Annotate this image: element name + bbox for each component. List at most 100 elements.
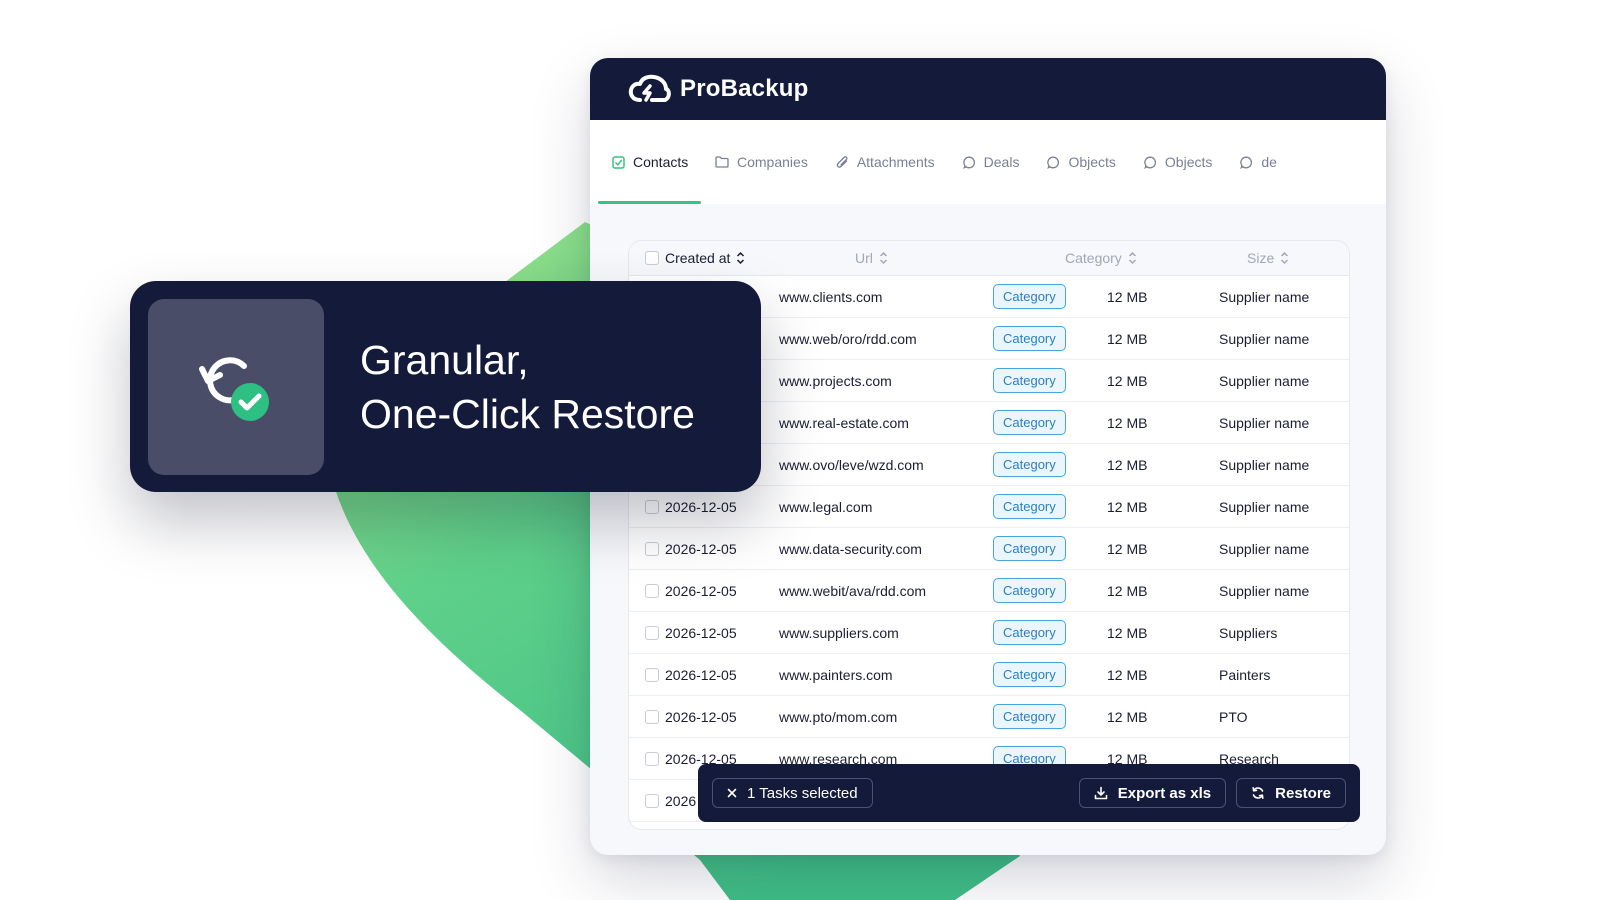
- cell-url: www.legal.com: [779, 498, 873, 515]
- cell-size: 12 MB: [1107, 456, 1148, 473]
- restore-button[interactable]: Restore: [1236, 778, 1346, 808]
- cell-date: 2026-12-05: [665, 624, 737, 641]
- tab-contacts[interactable]: Contacts: [598, 120, 701, 204]
- tab-objects-2[interactable]: Objects: [1130, 120, 1226, 204]
- tab-de[interactable]: de: [1226, 120, 1291, 204]
- cell-size: 12 MB: [1107, 624, 1148, 641]
- tab-label: Attachments: [856, 154, 935, 170]
- cell-url: www.projects.com: [779, 372, 892, 389]
- column-label: Url: [855, 250, 873, 266]
- cell-size: 12 MB: [1107, 540, 1148, 557]
- export-xls-button[interactable]: Export as xls: [1078, 778, 1227, 808]
- cell-category: Category: [993, 326, 1107, 351]
- category-badge: Category: [993, 284, 1066, 309]
- category-badge: Category: [993, 578, 1066, 603]
- row-checkbox[interactable]: [645, 793, 659, 808]
- table-row[interactable]: 2026-12-05 www.suppliers.com Category 12…: [629, 612, 1349, 654]
- table-row[interactable]: 2026-12-05 www.legal.com Category 12 MB …: [629, 486, 1349, 528]
- table-row[interactable]: 2026-12-05 www.webit/ava/rdd.com Categor…: [629, 570, 1349, 612]
- sort-icon: [737, 251, 745, 265]
- brand-logo[interactable]: ProBackup: [628, 74, 809, 104]
- cell-date: 2026-12-05: [665, 666, 737, 683]
- row-checkbox[interactable]: [645, 751, 659, 766]
- select-all-checkbox[interactable]: [645, 251, 659, 265]
- cell-url: www.webit/ava/rdd.com: [779, 582, 927, 599]
- table-row[interactable]: 2026-12-05 www.painters.com Category 12 …: [629, 654, 1349, 696]
- tab-attachments[interactable]: Attachments: [822, 120, 949, 204]
- cell-url: www.painters.com: [779, 666, 893, 683]
- category-badge: Category: [993, 620, 1066, 645]
- category-badge: Category: [993, 704, 1066, 729]
- restore-check-icon: [199, 356, 269, 421]
- column-url[interactable]: Url: [855, 250, 1065, 266]
- app-header: ProBackup: [590, 58, 1386, 120]
- category-badge: Category: [993, 326, 1066, 351]
- download-icon: [1094, 786, 1108, 800]
- table-row[interactable]: 2026-12-05 www.pto/mom.com Category 12 M…: [629, 696, 1349, 738]
- row-check-cell: [629, 541, 665, 556]
- column-created-at[interactable]: Created at: [665, 250, 855, 266]
- row-checkbox[interactable]: [645, 499, 659, 514]
- column-label: Size: [1247, 250, 1275, 266]
- tab-label: Contacts: [633, 154, 689, 170]
- cell-size: 12 MB: [1107, 666, 1148, 683]
- cell-size: 12 MB: [1107, 372, 1148, 389]
- cell-date: 2026-12-05: [665, 498, 737, 515]
- cloud-sync-icon: [628, 74, 671, 102]
- cell-date: 2026-12-05: [665, 582, 737, 599]
- column-label: Category: [1065, 250, 1122, 266]
- export-label: Export as xls: [1117, 784, 1212, 802]
- cell-supplier: Painters: [1219, 666, 1271, 683]
- row-checkbox[interactable]: [645, 709, 659, 724]
- chat-bubble-icon: [962, 156, 975, 169]
- tab-label: Deals: [983, 154, 1020, 170]
- row-checkbox[interactable]: [645, 583, 659, 598]
- column-category[interactable]: Category: [1065, 250, 1247, 266]
- tab-bar: Contacts Companies Attachments Deals Obj…: [590, 120, 1386, 204]
- cell-category: Category: [993, 536, 1107, 561]
- cell-size: 12 MB: [1107, 288, 1148, 305]
- category-badge: Category: [993, 410, 1066, 435]
- table-row[interactable]: 2026-12-05 www.data-security.com Categor…: [629, 528, 1349, 570]
- cell-size: 12 MB: [1107, 498, 1148, 515]
- feature-icon-box: [148, 298, 324, 475]
- cell-url: www.real-estate.com: [779, 414, 909, 431]
- cell-url: www.ovo/leve/wzd.com: [779, 456, 924, 473]
- cell-supplier: PTO: [1219, 708, 1248, 725]
- tab-deals[interactable]: Deals: [949, 120, 1034, 204]
- category-badge: Category: [993, 662, 1066, 687]
- cell-size: 12 MB: [1107, 708, 1148, 725]
- sort-icon: [1128, 251, 1136, 265]
- chat-bubble-icon: [1047, 156, 1060, 169]
- cell-supplier: Supplier name: [1219, 582, 1310, 599]
- row-checkbox[interactable]: [645, 625, 659, 640]
- category-badge: Category: [993, 368, 1066, 393]
- cell-url: www.pto/mom.com: [779, 708, 898, 725]
- cell-date: 2026-12-05: [665, 708, 737, 725]
- tab-label: Objects: [1164, 154, 1213, 170]
- clear-selection-button[interactable]: 1 Tasks selected: [712, 778, 873, 808]
- row-check-cell: [629, 793, 665, 808]
- cell-supplier: Supplier name: [1219, 414, 1310, 431]
- cell-url: www.web/oro/rdd.com: [779, 330, 917, 347]
- cell-supplier: Supplier name: [1219, 330, 1310, 347]
- cell-supplier: Supplier name: [1219, 540, 1310, 557]
- category-badge: Category: [993, 452, 1066, 477]
- cell-category: Category: [993, 410, 1107, 435]
- row-checkbox[interactable]: [645, 541, 659, 556]
- folder-icon: [715, 156, 729, 168]
- sort-icon: [879, 251, 887, 265]
- cell-category: Category: [993, 704, 1107, 729]
- table-header: Created at Url Category Size: [629, 241, 1349, 276]
- chat-bubble-icon: [1240, 156, 1253, 169]
- row-checkbox[interactable]: [645, 667, 659, 682]
- tab-label: de: [1261, 154, 1277, 170]
- restore-label: Restore: [1275, 784, 1331, 802]
- chat-bubble-icon: [1144, 156, 1156, 169]
- tab-objects-1[interactable]: Objects: [1033, 120, 1129, 204]
- cell-url: www.clients.com: [779, 288, 883, 305]
- row-check-cell: [629, 625, 665, 640]
- column-size[interactable]: Size: [1247, 250, 1347, 266]
- cell-supplier: Supplier name: [1219, 456, 1310, 473]
- tab-companies[interactable]: Companies: [701, 120, 822, 204]
